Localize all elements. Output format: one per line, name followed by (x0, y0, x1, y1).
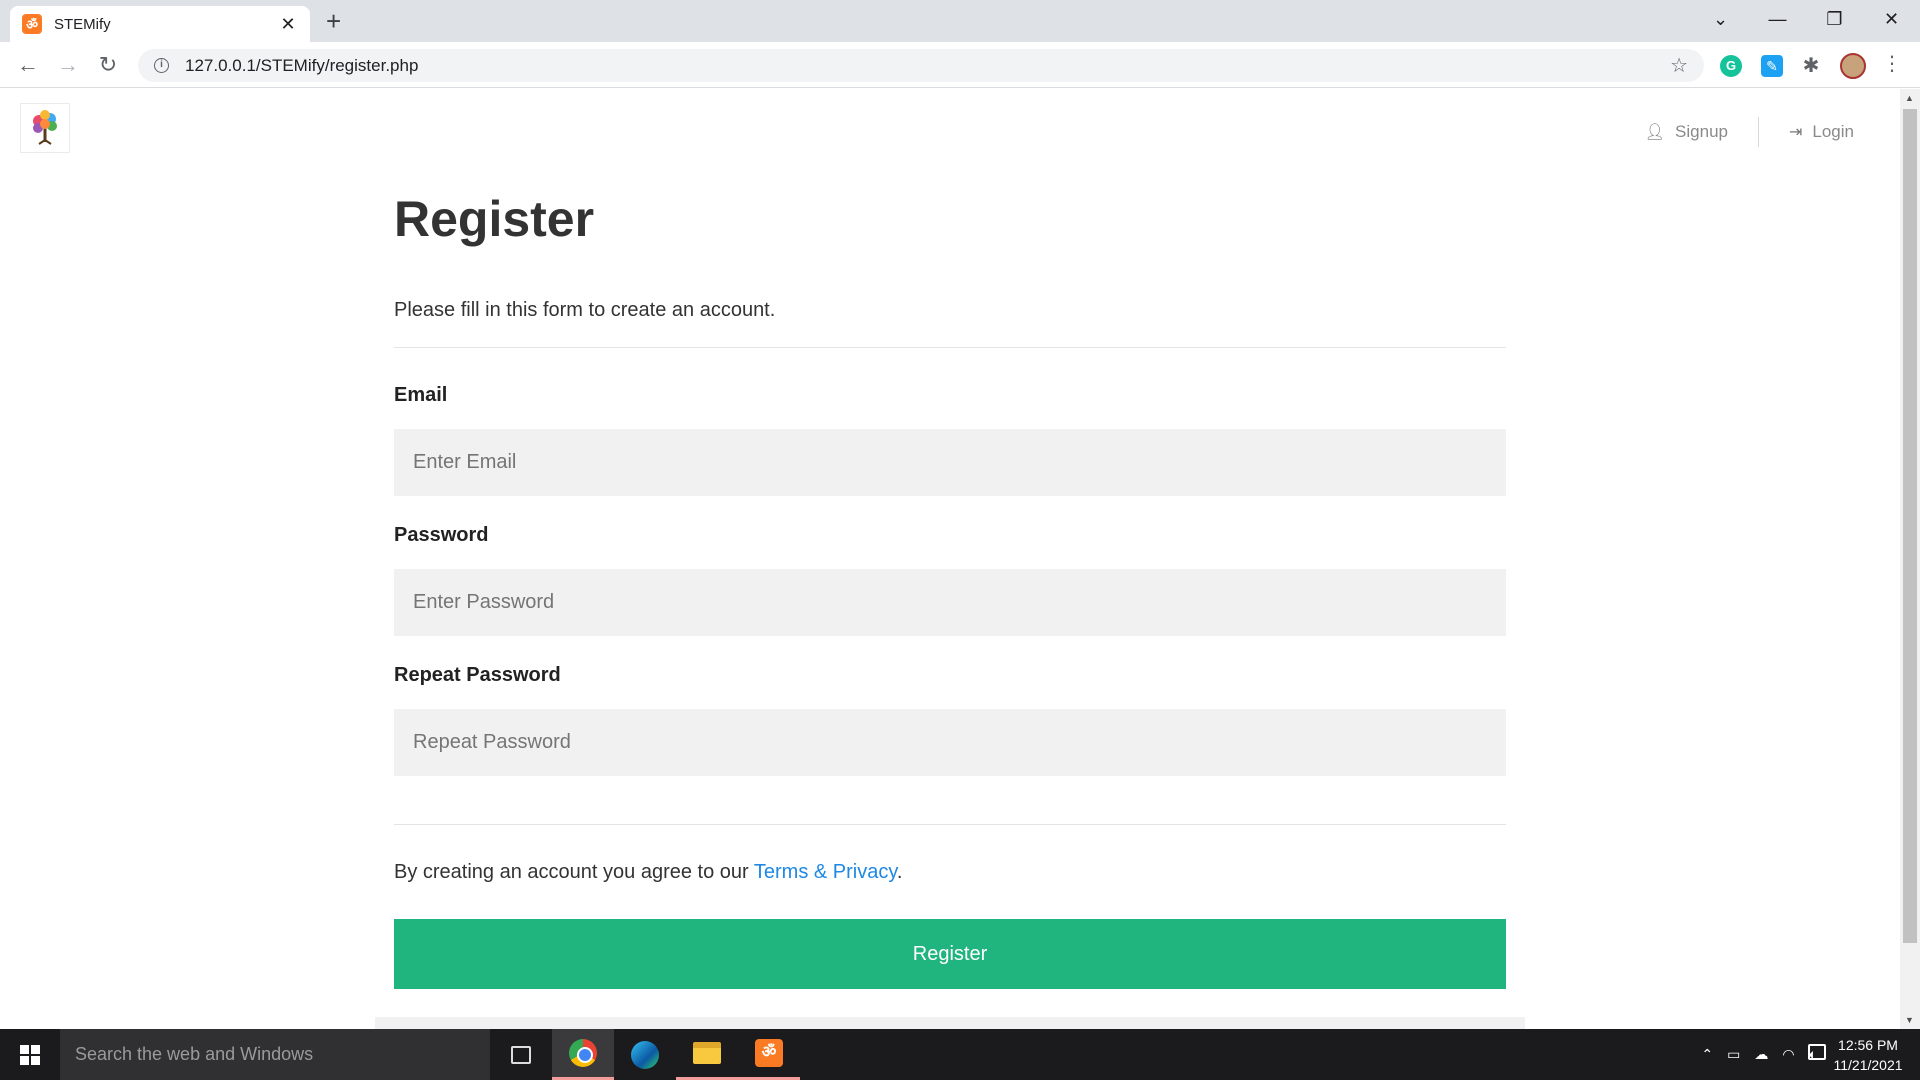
pen-extension-icon[interactable]: ✎ (1761, 55, 1783, 77)
nav-divider (1757, 117, 1759, 147)
divider (394, 347, 1506, 348)
chrome-icon (569, 1039, 597, 1067)
start-button[interactable] (0, 1029, 60, 1080)
page-viewport: 👤︎ Signup ⇥ Login Register Please fill i… (0, 89, 1900, 1029)
tree-logo-icon (33, 110, 57, 145)
url-text[interactable]: 127.0.0.1/STEMify/register.php (185, 56, 418, 76)
scroll-down-arrow-icon[interactable]: ▼ (1905, 1015, 1914, 1025)
page-title: Register (394, 191, 595, 247)
password-field[interactable] (394, 569, 1506, 636)
taskbar-search[interactable]: Search the web and Windows (60, 1029, 490, 1080)
reload-icon[interactable]: ↻ (94, 51, 122, 79)
address-bar[interactable]: i 127.0.0.1/STEMify/register.php ☆ (138, 49, 1704, 82)
profile-avatar[interactable] (1840, 53, 1866, 79)
email-field[interactable] (394, 429, 1506, 496)
wifi-icon[interactable]: ◠ (1782, 1046, 1794, 1063)
tab-search-icon[interactable]: ⌄ (1692, 9, 1749, 30)
email-label: Email (394, 384, 448, 406)
edge-icon (631, 1040, 659, 1069)
system-tray: ⌃ ▭ ☁ ◠ 🔈︎ (1694, 1029, 1824, 1080)
terms-privacy-link[interactable]: Terms & Privacy (754, 861, 897, 883)
repeat-password-field[interactable] (394, 709, 1506, 776)
divider (394, 824, 1506, 825)
clock-time: 12:56 PM (1838, 1037, 1898, 1053)
restore-icon[interactable]: ❐ (1806, 9, 1863, 30)
top-nav: 👤︎ Signup ⇥ Login (1631, 117, 1868, 147)
form-subtitle: Please fill in this form to create an ac… (394, 299, 776, 321)
show-hidden-icons-icon[interactable]: ⌃ (1701, 1046, 1713, 1063)
task-view-icon (511, 1045, 531, 1064)
taskbar-xampp[interactable]: ॐ (738, 1029, 800, 1080)
notification-icon[interactable] (1808, 1044, 1826, 1060)
sign-in-icon: ⇥ (1788, 124, 1803, 141)
minimize-icon[interactable]: — (1749, 9, 1806, 30)
page-scrollbar[interactable]: ▲ ▼ (1900, 89, 1920, 1029)
forward-arrow-icon[interactable]: → (54, 51, 82, 79)
repeat-password-label: Repeat Password (394, 664, 561, 686)
user-icon: 👤︎ (1644, 124, 1666, 141)
window-close-icon[interactable]: ✕ (1863, 9, 1920, 30)
grammarly-extension-icon[interactable]: G (1720, 55, 1742, 77)
task-view-button[interactable] (490, 1029, 552, 1080)
windows-logo-icon (20, 1044, 40, 1065)
battery-icon[interactable]: ▭ (1727, 1046, 1740, 1063)
windows-taskbar: Search the web and Windows ॐ ⌃ ▭ ☁ ◠ 🔈︎ … (0, 1029, 1920, 1080)
extensions-puzzle-icon[interactable]: ✱ (1800, 55, 1822, 77)
browser-menu-icon[interactable]: ⋮ (1882, 54, 1902, 74)
browser-tab-strip: ॐ STEMify ✕ + ⌄ — ❐ ✕ (0, 0, 1920, 42)
taskbar-clock[interactable]: 12:56 PM 11/21/2021 (1828, 1035, 1908, 1075)
site-info-icon[interactable]: i (154, 58, 169, 73)
site-logo[interactable] (20, 103, 70, 153)
browser-tab[interactable]: ॐ STEMify ✕ (10, 6, 310, 42)
taskbar-file-explorer[interactable] (676, 1029, 738, 1080)
folder-icon (693, 1042, 721, 1064)
tab-close-icon[interactable]: ✕ (278, 14, 298, 35)
login-link[interactable]: ⇥ Login (1775, 122, 1868, 142)
scroll-up-arrow-icon[interactable]: ▲ (1905, 93, 1914, 103)
clock-date: 11/21/2021 (1833, 1057, 1903, 1073)
signup-label: Signup (1675, 122, 1728, 141)
new-tab-button[interactable]: + (326, 8, 341, 34)
xampp-icon: ॐ (755, 1039, 783, 1067)
scrollbar-thumb[interactable] (1903, 109, 1917, 943)
back-arrow-icon[interactable]: ← (14, 51, 42, 79)
password-label: Password (394, 524, 489, 546)
taskbar-edge[interactable] (614, 1029, 676, 1080)
xampp-favicon-icon: ॐ (22, 14, 42, 34)
tab-title: STEMify (54, 15, 111, 33)
login-label: Login (1812, 122, 1854, 141)
browser-toolbar: ← → ↻ i 127.0.0.1/STEMify/register.php ☆… (0, 42, 1920, 88)
terms-prefix: By creating an account you agree to our (394, 861, 754, 883)
onedrive-cloud-icon[interactable]: ☁ (1754, 1046, 1768, 1063)
terms-suffix: . (896, 861, 903, 883)
signup-link[interactable]: 👤︎ Signup (1631, 122, 1742, 142)
register-button[interactable]: Register (394, 919, 1506, 989)
bookmark-star-icon[interactable]: ☆ (1670, 53, 1688, 78)
register-form: Register Please fill in this form to cre… (394, 189, 1506, 989)
terms-text: By creating an account you agree to our … (394, 861, 1506, 884)
window-controls: ⌄ — ❐ ✕ (1692, 0, 1920, 38)
form-footer-strip (375, 1017, 1525, 1029)
taskbar-chrome[interactable] (552, 1029, 614, 1080)
